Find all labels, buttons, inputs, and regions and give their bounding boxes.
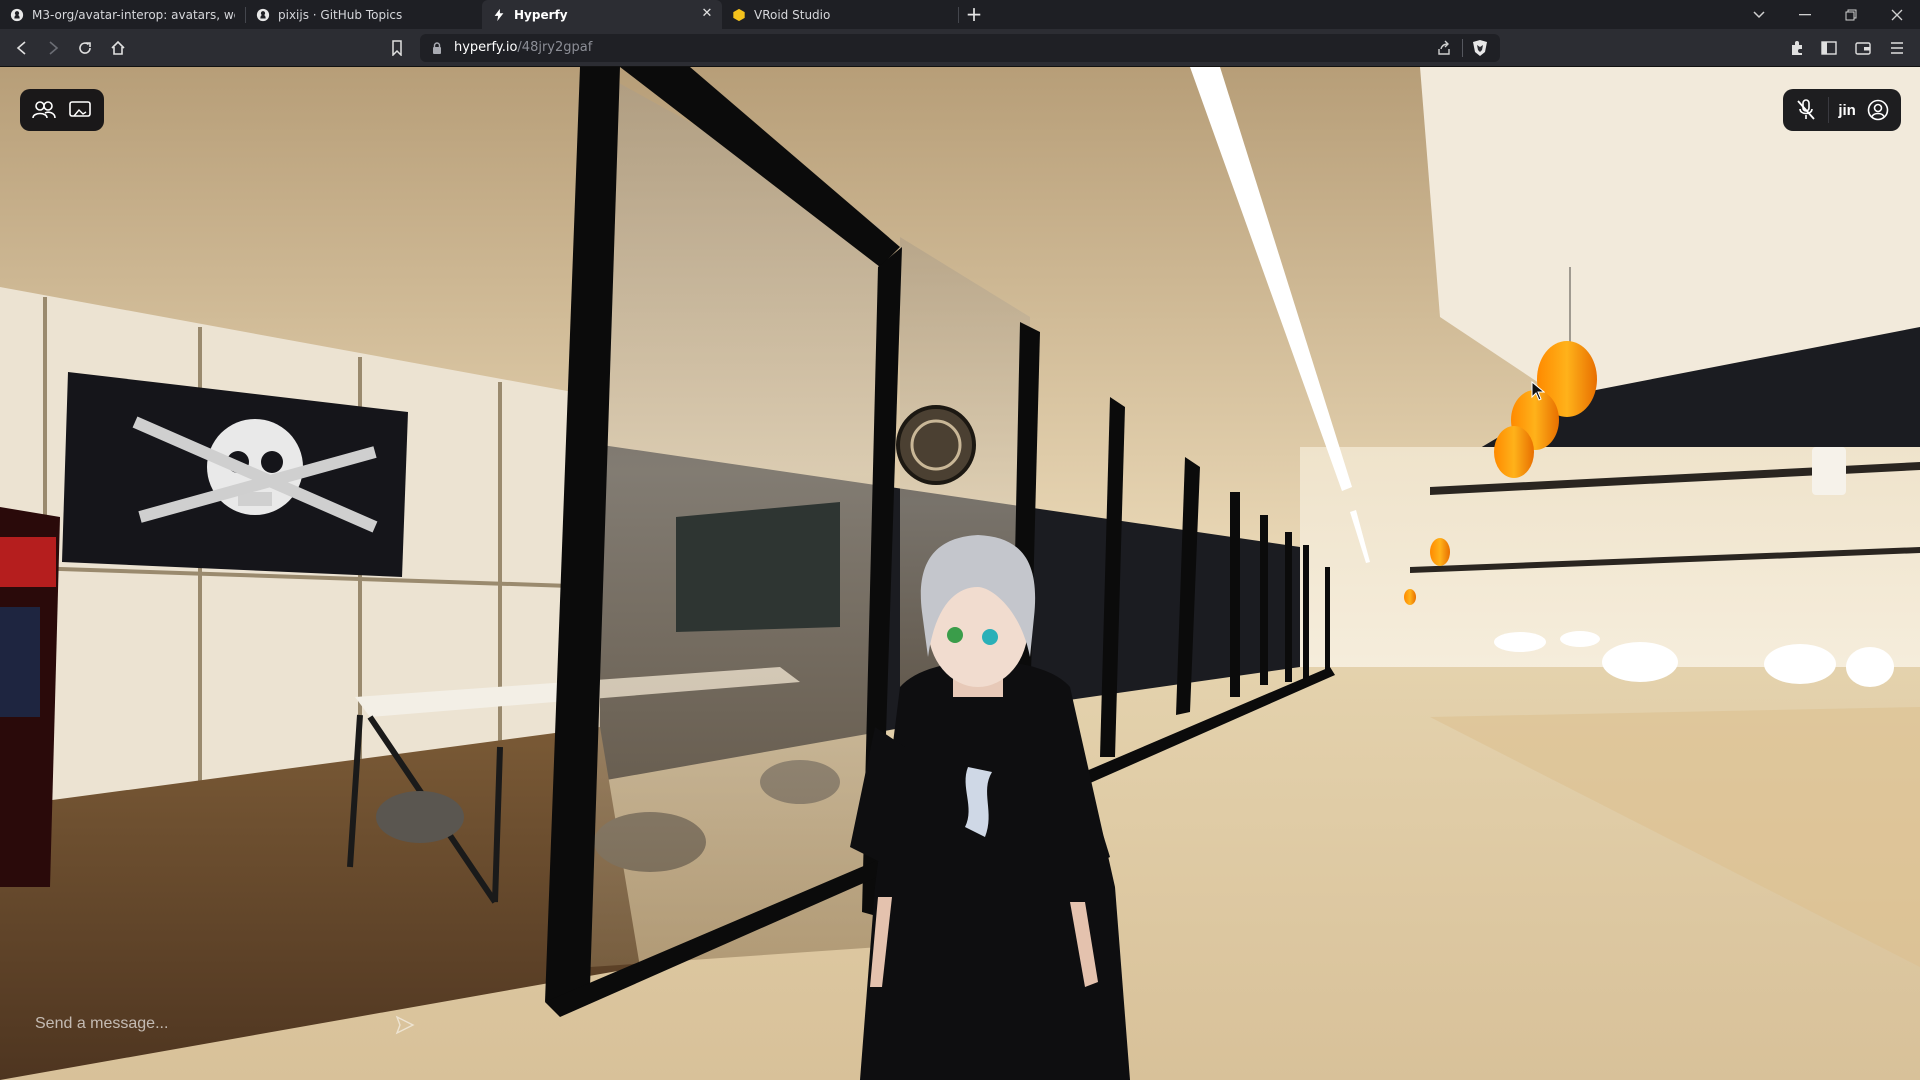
send-icon[interactable] [394,1014,416,1036]
share-icon[interactable] [1436,40,1452,56]
vroid-icon [733,8,745,21]
sidebar-icon[interactable] [1817,36,1841,60]
hud-divider [1828,97,1830,123]
hud-left-controls [20,89,104,131]
forward-icon[interactable] [41,36,65,60]
minimize-icon[interactable] [1782,0,1828,29]
stool [376,791,464,843]
tab-vroid[interactable]: VRoid Studio [722,0,958,29]
reload-icon[interactable] [73,36,97,60]
tab-strip: M3-org/avatar-interop: avatars, weara pi… [0,0,1920,29]
screen-share-icon[interactable] [67,97,93,123]
mouse-cursor-icon [1531,381,1545,401]
tab-label: VRoid Studio [754,7,831,22]
home-icon[interactable] [106,36,130,60]
browser-toolbar: hyperfy.io/48jry2gpaf [0,29,1920,67]
chat-input[interactable] [22,1007,402,1041]
close-tab-icon[interactable]: ✕ [700,7,714,21]
lock-icon [433,42,441,54]
address-bar[interactable]: hyperfy.io/48jry2gpaf [420,34,1500,62]
tab-avatar-interop[interactable]: M3-org/avatar-interop: avatars, weara [0,0,245,29]
tab-label: pixijs · GitHub Topics [278,7,403,22]
tv-screen [676,502,840,632]
github-icon [256,8,270,21]
hud-right-controls: jin [1783,89,1901,131]
world-viewport[interactable]: jin [0,67,1920,1080]
url-text: hyperfy.io/48jry2gpaf [454,40,592,55]
brave-shield-icon[interactable] [1472,39,1488,57]
tab-hyperfy[interactable]: Hyperfy ✕ [482,0,722,29]
tab-pixijs[interactable]: pixijs · GitHub Topics [246,0,482,29]
player-avatar [850,535,1130,1080]
close-window-icon[interactable] [1874,0,1920,29]
extensions-icon[interactable] [1785,36,1809,60]
new-tab-button[interactable]: + [959,0,989,29]
hyperfy-icon [494,8,504,21]
m3-logo [896,405,976,485]
tab-label: M3-org/avatar-interop: avatars, weara [32,7,235,22]
username-label[interactable]: jin [1838,102,1856,119]
world-scene [0,67,1920,1080]
people-icon[interactable] [31,97,57,123]
wallet-icon[interactable] [1851,36,1875,60]
back-icon[interactable] [10,36,34,60]
restore-icon[interactable] [1828,0,1874,29]
chat-box [22,1007,422,1041]
url-host: hyperfy.io [454,40,518,55]
menu-icon[interactable] [1885,36,1909,60]
bookmark-icon[interactable] [385,36,409,60]
tab-search-chevron-icon[interactable] [1736,0,1782,29]
tab-label: Hyperfy [514,7,568,22]
address-divider [1462,39,1463,57]
url-path: /48jry2gpaf [517,40,593,55]
github-icon [10,8,24,21]
mic-muted-icon[interactable] [1793,97,1819,123]
account-icon[interactable] [1865,97,1891,123]
